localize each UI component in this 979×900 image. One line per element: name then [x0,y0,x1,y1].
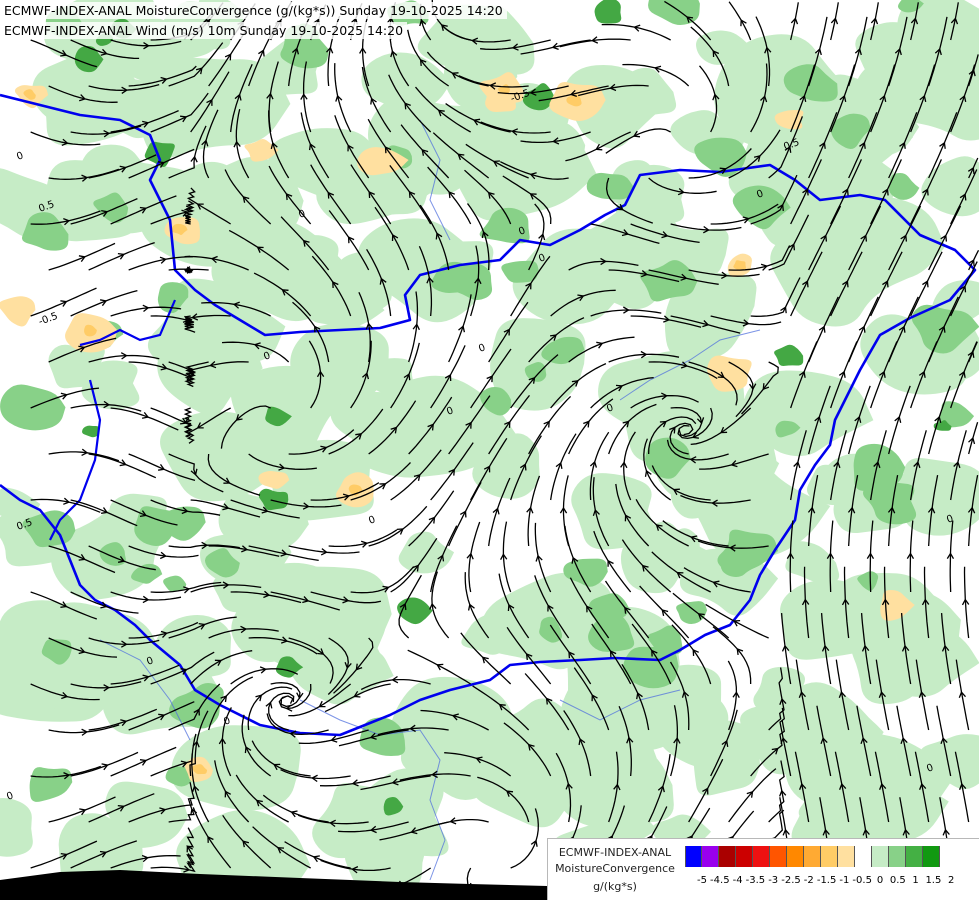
streamline-257 [550,433,577,501]
legend-tick-9: -0.5 [852,875,872,886]
field-patch-163 [795,195,946,293]
legend-tick-2: -4 [732,875,743,886]
field-patch-0 [0,797,33,857]
streamline-356 [712,626,752,685]
map-canvas: 00000.5-0.500.500-0.5000.5000000 [0,0,979,900]
field-patch-250 [0,296,36,327]
legend-swatch-8 [821,846,838,867]
color-legend: ECMWF-INDEX-ANAL MoistureConvergence g/(… [547,838,979,900]
field-patch-228 [774,344,804,366]
legend-tick-8: -1 [839,875,850,886]
title-moisture-convergence: ECMWF-INDEX-ANAL MoistureConvergence (g/… [3,2,507,19]
legend-swatch-3 [736,846,753,867]
streamline-46 [110,407,179,431]
field-patch-204 [163,575,187,592]
field-patch-98 [921,156,979,217]
field-patch-236 [82,425,100,438]
legend-swatch-2 [719,846,736,867]
legend-tick-11: 0.5 [889,875,906,886]
legend-tick-10: 0 [876,875,884,886]
moisture-convergence-field [0,0,979,900]
field-patch-159 [461,613,513,655]
streamline-54 [110,746,177,777]
contour-label-12: 0 [367,514,377,527]
streamline-221 [468,521,481,593]
legend-tick-5: -2.5 [781,875,801,886]
streamline-380 [830,2,839,41]
contour-label-1: 0 [297,208,307,221]
legend-swatch-14 [923,846,940,867]
legend-field: MoistureConvergence [555,862,675,875]
legend-swatches [685,846,940,867]
legend-swatch-7 [804,846,821,867]
field-patch-188 [29,767,73,802]
legend-swatch-9 [838,846,855,867]
legend-tick-7: -1.5 [816,875,837,886]
contour-label-0: 0 [15,150,25,163]
field-patch-202 [134,506,176,546]
legend-tick-4: -3 [768,875,779,886]
streamline-24 [88,241,155,271]
streamline-203 [431,571,450,639]
legend-swatch-13 [906,846,923,867]
legend-swatch-0 [685,846,702,867]
legend-model: ECMWF-INDEX-ANAL [558,846,672,859]
streamline-6 [30,287,97,317]
legend-tick-13: 1.5 [925,875,942,886]
legend-swatch-4 [753,846,770,867]
legend-swatch-1 [702,846,719,867]
legend-swatch-10 [855,846,872,867]
streamline-28 [88,453,157,479]
field-patch-154 [398,531,455,574]
legend-tick-0: -5 [697,875,707,886]
weather-map: 0 0 0 0 0.5 -0.5 0 0.5 0 0 -0.5 0 0 0.5 0 0 0 0 0 0 ECMWF-I… [0,0,979,900]
field-patch-193 [676,601,708,625]
legend-swatch-12 [889,846,906,867]
streamline-361 [790,2,799,41]
field-patch-233 [594,0,622,24]
streamline-128 [270,682,301,708]
legend-unit: g/(kg*s) [593,880,637,893]
legend-tick-12: 1 [912,875,919,886]
legend-swatch-6 [787,846,804,867]
legend-tick-6: -2 [803,875,814,886]
title-wind: ECMWF-INDEX-ANAL Wind (m/s) 10m Sunday 1… [3,22,408,39]
streamline-9 [48,451,120,462]
legend-tick-1: -4.5 [710,875,730,886]
legend-tick-labels: -5 -4.5 -4 -3.5 -3 -2.5 -2 -1.5 -1 -0.5 0 0.5 1 1.5 2 [685,875,975,889]
legend-tick-3: -3.5 [745,875,766,886]
contour-label-3: 0 [477,342,487,355]
legend-swatch-11 [872,846,889,867]
contour-label-10: -0.5 [37,311,59,328]
legend-tick-14: 2 [948,875,955,886]
legend-swatch-5 [770,846,787,867]
streamline-144 [328,529,398,548]
